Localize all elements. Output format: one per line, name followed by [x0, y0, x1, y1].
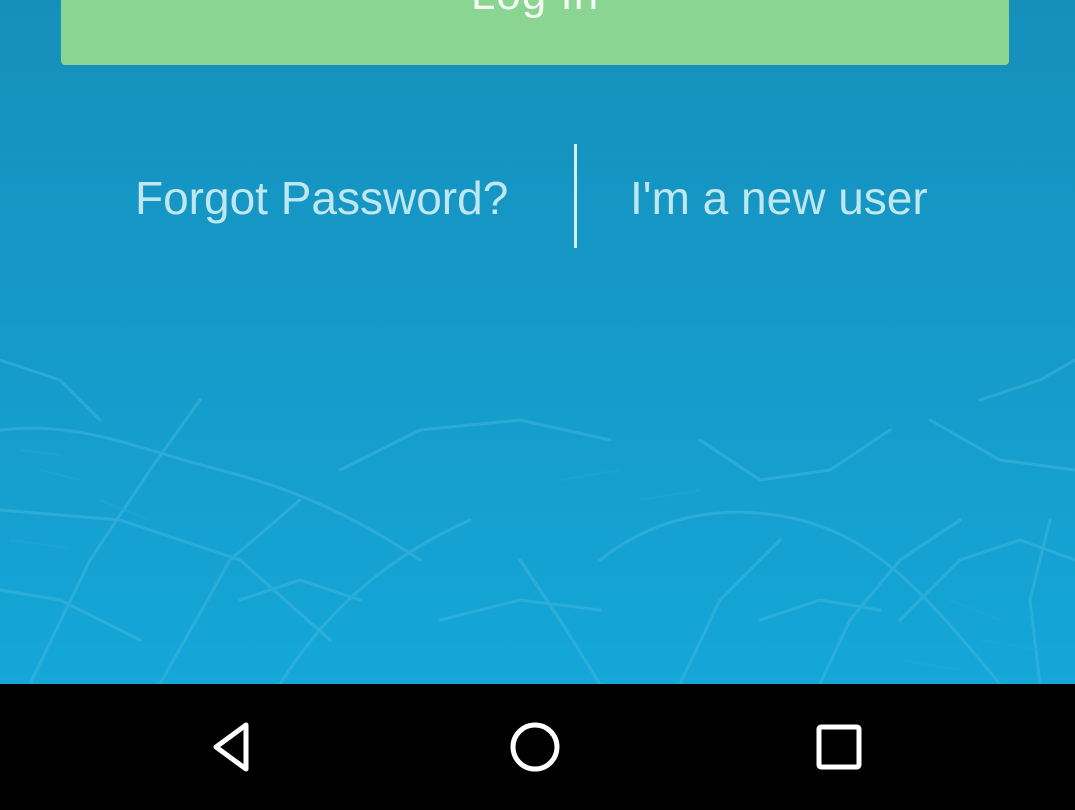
system-navigation-bar — [0, 684, 1075, 810]
home-button[interactable] — [475, 684, 595, 810]
recents-button[interactable] — [779, 684, 899, 810]
forgot-password-link[interactable]: Forgot Password? — [135, 172, 508, 224]
app-content: Log In Forgot Password? I'm a new user — [0, 0, 1075, 684]
new-user-link[interactable]: I'm a new user — [630, 172, 928, 224]
login-button[interactable]: Log In — [61, 0, 1009, 65]
links-divider — [574, 144, 577, 248]
recents-square-icon — [816, 724, 862, 770]
login-button-label: Log In — [61, 0, 1009, 17]
map-background — [0, 358, 1075, 684]
back-triangle-icon — [213, 722, 249, 772]
login-screen: Log In Forgot Password? I'm a new user — [0, 0, 1075, 810]
back-button[interactable] — [172, 684, 292, 810]
home-circle-icon — [510, 722, 560, 772]
